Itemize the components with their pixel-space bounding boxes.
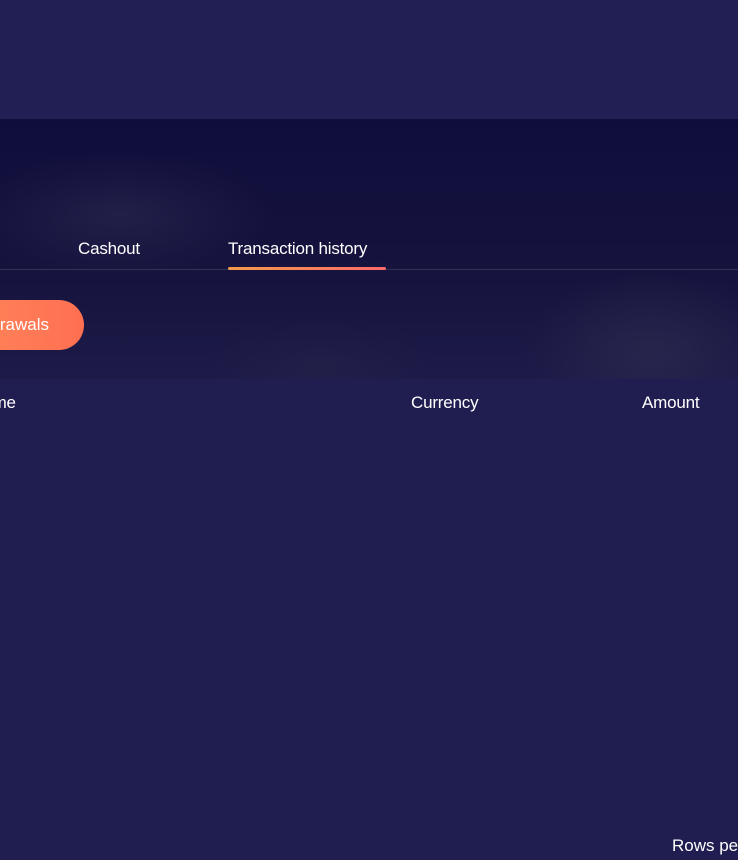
withdrawals-filter-label: rawals — [0, 315, 49, 334]
rows-per-page-label: Rows pe — [672, 836, 738, 855]
top-bar — [0, 0, 738, 120]
column-header-date-time[interactable]: ime — [0, 393, 16, 413]
hero-banner: Cashout Transaction history rawals — [0, 119, 738, 379]
active-tab-indicator — [228, 267, 386, 270]
column-header-currency[interactable]: Currency — [411, 393, 479, 413]
tab-cashout[interactable]: Cashout — [78, 239, 140, 259]
tab-transaction-history[interactable]: Transaction history — [228, 239, 367, 259]
withdrawals-filter-button[interactable]: rawals — [0, 300, 84, 350]
column-header-amount[interactable]: Amount — [642, 393, 700, 413]
